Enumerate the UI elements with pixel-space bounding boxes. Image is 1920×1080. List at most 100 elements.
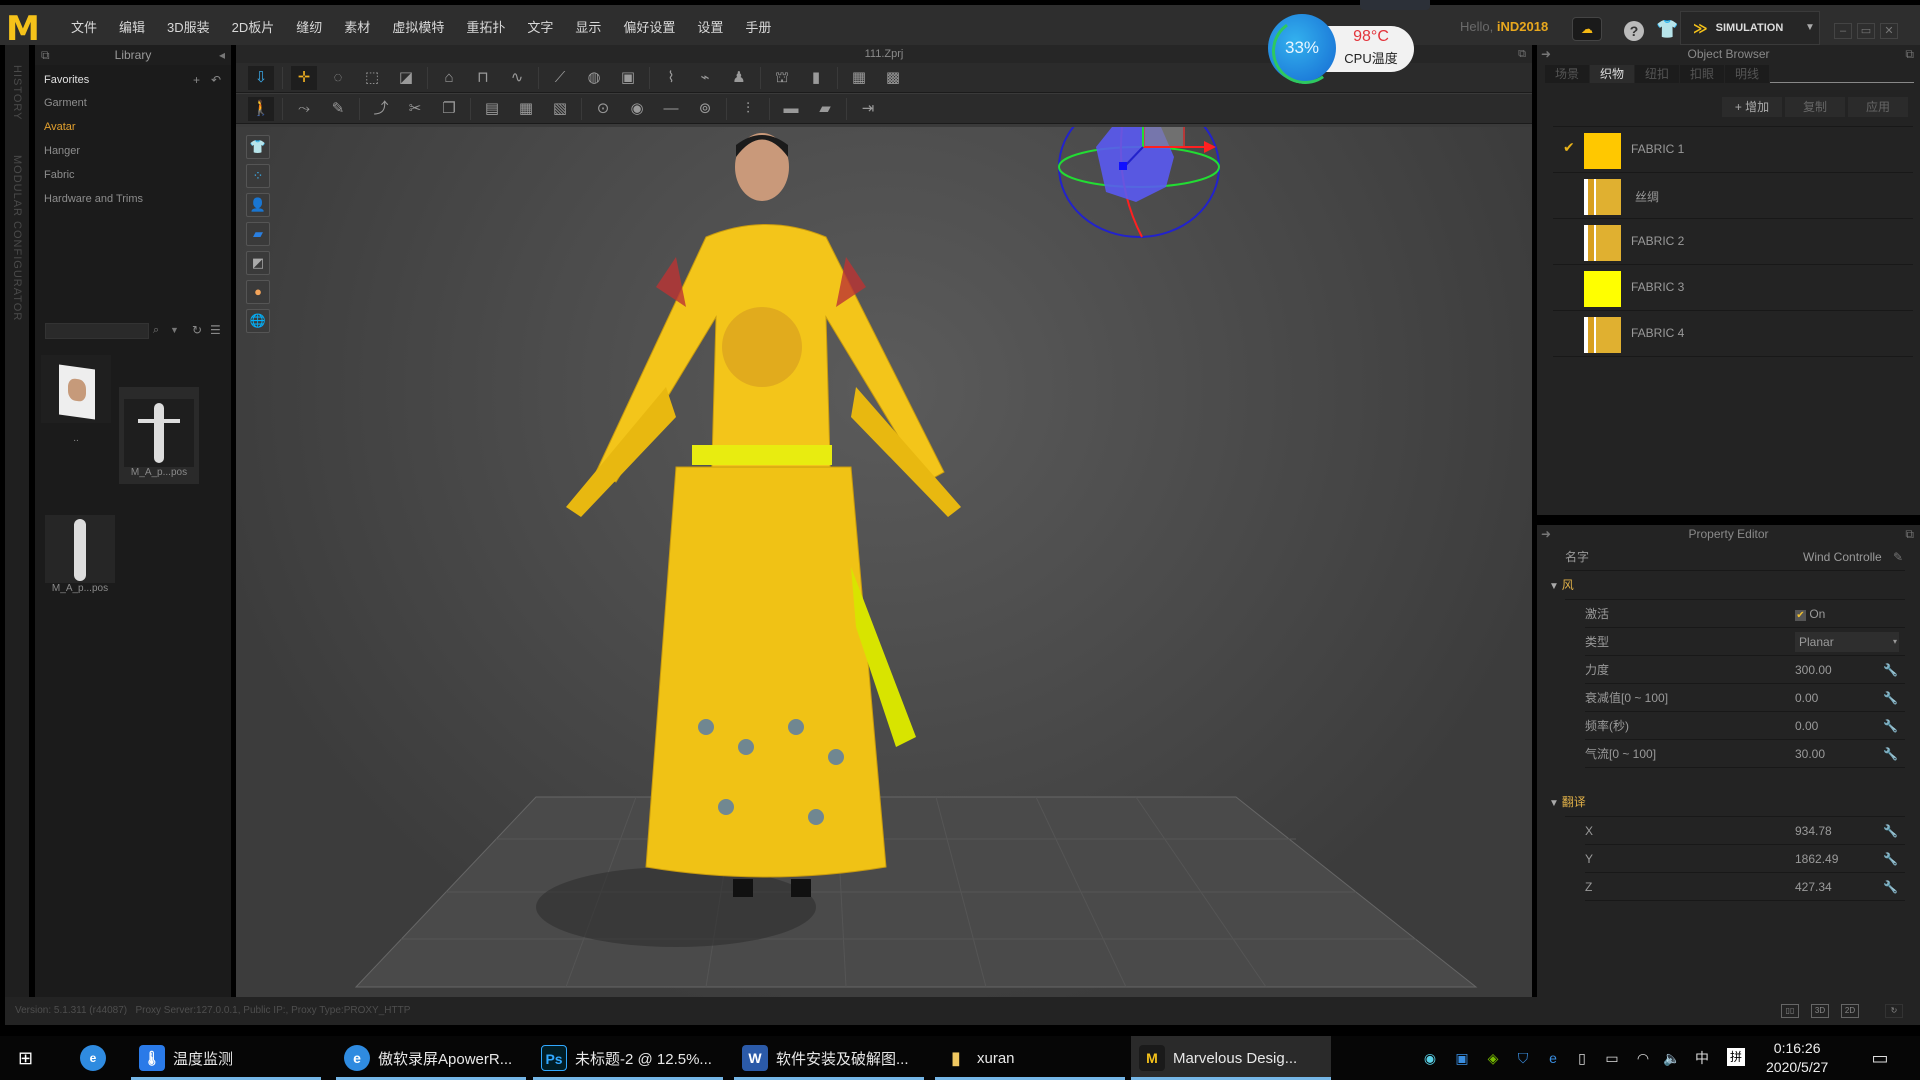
graphic-select-icon[interactable]: ▧ — [547, 97, 573, 121]
wrench-icon[interactable]: 🔧 — [1883, 684, 1898, 712]
copy-fabric-button[interactable]: 复制 — [1785, 97, 1845, 117]
avatar-walk-icon[interactable]: 🚶 — [248, 96, 274, 121]
type-select[interactable]: Planar ▾ — [1795, 632, 1899, 652]
property-value[interactable]: 0.00 — [1795, 684, 1818, 712]
menu-materials[interactable]: 素材 — [333, 14, 381, 42]
library-search-input[interactable] — [45, 323, 149, 339]
username[interactable]: iND2018 — [1497, 19, 1548, 34]
property-value[interactable]: 934.78 — [1795, 817, 1832, 845]
lasso-select-icon[interactable]: ◌ — [325, 66, 351, 90]
select-button-icon[interactable]: ⊙ — [590, 97, 616, 121]
taskbar-item-marvelous[interactable]: M Marvelous Desig... — [1131, 1036, 1331, 1080]
add-favorite-icon[interactable]: + — [193, 73, 200, 87]
zipper-icon[interactable]: ⫶ — [735, 97, 761, 121]
wrench-icon[interactable]: 🔧 — [1883, 845, 1898, 873]
popout-icon[interactable]: ⧉ — [1905, 525, 1914, 543]
popout-icon[interactable]: ⧉ — [1518, 45, 1526, 63]
trace-icon[interactable]: ⤴ — [368, 97, 394, 121]
windows-start-icon[interactable]: ⊞ — [18, 1048, 38, 1068]
volume-icon[interactable]: 🔈 — [1662, 1048, 1682, 1068]
property-value[interactable]: 427.34 — [1795, 873, 1832, 901]
taskbar-item-apowerrec[interactable]: e 傲软录屏ApowerR... — [336, 1036, 526, 1080]
system-monitor-tab[interactable] — [1360, 0, 1430, 10]
security-icon[interactable]: ⛉ — [1513, 1048, 1533, 1068]
taskbar-item-photoshop[interactable]: Ps 未标题-2 @ 12.5%... — [533, 1036, 723, 1080]
search-icon[interactable]: ⌕ — [153, 324, 159, 337]
restore-button[interactable]: ▭ — [1857, 23, 1875, 39]
pin-icon[interactable]: ⟋ — [547, 66, 573, 90]
ime-mode[interactable]: 拼 — [1727, 1048, 1745, 1066]
wrench-icon[interactable]: 🔧 — [1883, 740, 1898, 768]
tape-icon[interactable]: ♟ — [726, 66, 752, 90]
fabric-item[interactable]: ✔ FABRIC 1 — [1553, 127, 1913, 173]
tab-button[interactable]: 纽扣 — [1635, 65, 1679, 83]
library-thumb-avatar-apose[interactable]: M_A_p...pos — [119, 387, 199, 484]
tab-topstitch[interactable]: 明线 — [1725, 65, 1769, 83]
library-thumb-avatar-standing[interactable]: M_A_p...pos — [40, 515, 120, 594]
property-value[interactable]: 1862.49 — [1795, 845, 1838, 873]
topstitch-icon[interactable]: — — [658, 97, 684, 121]
cpu-monitor-widget[interactable]: 33% 98°C CPU温度 — [1268, 14, 1418, 84]
translate-section-header[interactable]: ▼ 翻译 — [1549, 788, 1586, 816]
dropdown-icon[interactable]: ▼ — [170, 325, 179, 335]
taskbar-item-word[interactable]: W 软件安装及破解图... — [734, 1036, 924, 1080]
split-view-icon[interactable]: ▯▯ — [1781, 1004, 1799, 1018]
select-puckering-icon[interactable]: ▬ — [778, 97, 804, 121]
3d-view-button[interactable]: 3D — [1811, 1004, 1829, 1018]
wrench-icon[interactable]: 🔧 — [1883, 712, 1898, 740]
menu-2d-pattern[interactable]: 2D板片 — [221, 14, 286, 42]
menu-file[interactable]: 文件 — [60, 14, 108, 42]
button-icon[interactable]: ◉ — [624, 97, 650, 121]
menu-sewing[interactable]: 缝纫 — [285, 14, 333, 42]
garment-fit-icon[interactable]: ⛫ — [769, 66, 795, 90]
mode-dropdown-icon[interactable]: ▼ — [1800, 11, 1820, 45]
property-value[interactable]: 30.00 — [1795, 740, 1825, 768]
expand-arrow-icon[interactable]: ➜ — [1541, 525, 1551, 543]
menu-text[interactable]: 文字 — [516, 14, 564, 42]
3d-scene[interactable]: 👕 ⁘ 👤 ▰ ◩ ● 🌐 — [236, 127, 1532, 997]
fold-arrangement-icon[interactable]: ◪ — [393, 66, 419, 90]
select-pattern-icon[interactable]: ⤳ — [291, 97, 317, 121]
buttonhole-icon[interactable]: ⊚ — [692, 97, 718, 121]
marquee-select-icon[interactable]: ⬚ — [359, 66, 385, 90]
notification-icon[interactable]: ▭ — [1870, 1048, 1890, 1068]
menu-retopology[interactable]: 重拓扑 — [455, 14, 516, 42]
library-item-avatar[interactable]: Avatar — [44, 121, 76, 133]
select-mesh-icon[interactable]: ▦ — [846, 66, 872, 90]
library-item-fabric[interactable]: Fabric — [44, 169, 75, 181]
library-item-hardware-trims[interactable]: Hardware and Trims — [44, 193, 143, 205]
tack-icon[interactable]: ◍ — [581, 66, 607, 90]
list-view-icon[interactable]: ☰ — [210, 323, 221, 337]
refresh-icon[interactable]: ↻ — [192, 323, 202, 337]
library-item-favorites[interactable]: Favorites — [44, 74, 89, 86]
name-value[interactable]: Wind Controlle — [1803, 543, 1882, 571]
add-fabric-button[interactable]: + 增加 — [1722, 97, 1782, 117]
close-button[interactable]: ✕ — [1880, 23, 1898, 39]
nvidia-icon[interactable]: ◈ — [1483, 1048, 1503, 1068]
tray-app-icon[interactable]: ◉ — [1420, 1048, 1440, 1068]
library-item-garment[interactable]: Garment — [44, 97, 87, 109]
safely-remove-icon[interactable]: ▯ — [1572, 1048, 1592, 1068]
pencil-icon[interactable]: ✎ — [1893, 543, 1903, 571]
menu-settings[interactable]: 设置 — [686, 14, 734, 42]
library-item-hanger[interactable]: Hanger — [44, 145, 80, 157]
minimize-button[interactable]: – — [1834, 23, 1852, 39]
wifi-icon[interactable]: ◠ — [1633, 1048, 1653, 1068]
modular-configurator-tab[interactable]: MODULAR CONFIGURATOR — [11, 155, 23, 321]
wrench-icon[interactable]: 🔧 — [1883, 817, 1898, 845]
menu-manual[interactable]: 手册 — [734, 14, 782, 42]
tack-on-avatar-icon[interactable]: ▣ — [615, 66, 641, 90]
free-sewing-icon[interactable]: ∿ — [504, 66, 530, 90]
wrench-icon[interactable]: 🔧 — [1883, 656, 1898, 684]
library-thumb-folder[interactable]: .. — [36, 355, 116, 444]
fabric-item[interactable]: FABRIC 2 — [1553, 219, 1913, 265]
browser-icon[interactable]: e — [80, 1045, 106, 1071]
clone-pattern-icon[interactable]: ❐ — [436, 97, 462, 121]
graphic-icon[interactable]: ▦ — [513, 97, 539, 121]
edit-curve-point-icon[interactable]: ⌁ — [692, 66, 718, 90]
cloud-icon[interactable]: ☁ — [1572, 17, 1602, 41]
puckering-icon[interactable]: ▰ — [812, 97, 838, 121]
tab-scene[interactable]: 场景 — [1545, 65, 1589, 83]
menu-display[interactable]: 显示 — [564, 14, 612, 42]
tab-buttonhole[interactable]: 扣眼 — [1680, 65, 1724, 83]
